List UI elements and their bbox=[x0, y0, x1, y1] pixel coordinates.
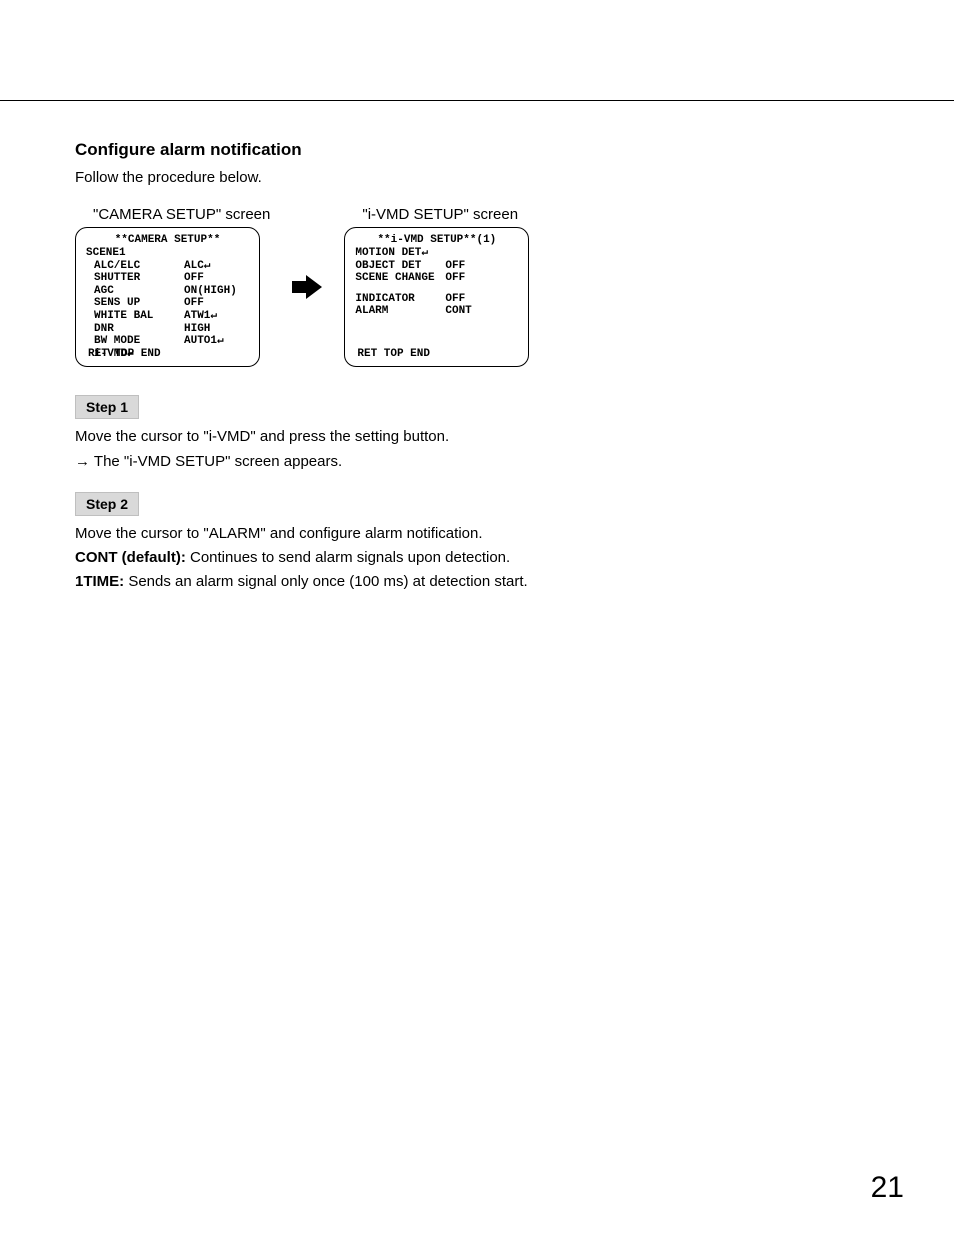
page-number: 21 bbox=[871, 1171, 904, 1205]
step2-label: Step 2 bbox=[75, 492, 139, 516]
step1-label: Step 1 bbox=[75, 395, 139, 419]
screen2-label: "i-VMD SETUP" screen bbox=[362, 206, 518, 223]
screen1-footer: RET TOP END bbox=[88, 348, 161, 361]
step2-1time: 1TIME: Sends an alarm signal only once (… bbox=[75, 572, 879, 592]
camera-setup-screen: **CAMERA SETUP** SCENE1 ALC/ELCALC↵ SHUT… bbox=[75, 227, 260, 367]
step1-text: Move the cursor to "i-VMD" and press the… bbox=[75, 427, 879, 447]
screen2-title: **i-VMD SETUP**(1) bbox=[355, 234, 518, 247]
step2-cont: CONT (default): Continues to send alarm … bbox=[75, 548, 879, 568]
screens-row: "CAMERA SETUP" screen **CAMERA SETUP** S… bbox=[75, 206, 879, 367]
arrow-right-icon bbox=[292, 275, 322, 299]
intro-text: Follow the procedure below. bbox=[75, 168, 879, 188]
screen1-scene: SCENE1 bbox=[86, 247, 249, 260]
ivmd-setup-screen: **i-VMD SETUP**(1) MOTION DET↵ OBJECT DE… bbox=[344, 227, 529, 367]
screen1-title: **CAMERA SETUP** bbox=[86, 234, 249, 247]
screen1-label: "CAMERA SETUP" screen bbox=[93, 206, 270, 223]
screen2-footer: RET TOP END bbox=[357, 348, 430, 361]
section-heading: Configure alarm notification bbox=[75, 140, 879, 160]
step1-result: → The "i-VMD SETUP" screen appears. bbox=[75, 452, 879, 472]
step2-line1: Move the cursor to "ALARM" and configure… bbox=[75, 524, 879, 544]
arrow-right-char-icon: → bbox=[75, 453, 90, 470]
